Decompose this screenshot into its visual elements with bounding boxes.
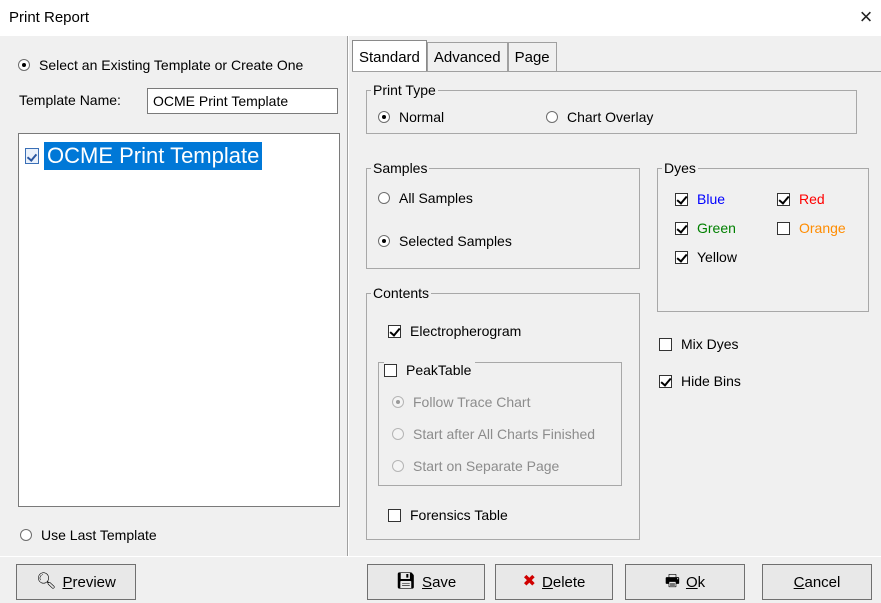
contents-title: Contents — [373, 285, 430, 301]
dye-green-label: Green — [697, 220, 736, 236]
peak-table-option[interactable]: PeakTable — [384, 362, 476, 378]
preview-icon: 🔍︎ — [36, 573, 57, 590]
panel-divider — [347, 36, 349, 556]
dyes-title: Dyes — [664, 160, 696, 176]
dye-orange-label: Orange — [799, 220, 846, 236]
template-name-label: Template Name: — [19, 92, 121, 108]
dye-orange-option[interactable]: Orange — [777, 220, 846, 236]
ok-button-label: Ok — [685, 573, 706, 591]
selected-samples-label: Selected Samples — [399, 233, 512, 249]
preview-button-label: Preview — [62, 573, 116, 591]
start-separate-label: Start on Separate Page — [413, 458, 560, 474]
dye-red-checkbox[interactable] — [777, 192, 790, 206]
select-template-radio[interactable] — [18, 59, 30, 71]
print-type-normal[interactable]: Normal — [378, 109, 444, 125]
start-separate-radio[interactable] — [392, 460, 404, 472]
print-type-group: Print Type — [366, 82, 857, 134]
mix-dyes-option[interactable]: Mix Dyes — [659, 336, 739, 352]
select-template-label: Select an Existing Template or Create On… — [39, 57, 304, 73]
selected-samples-radio[interactable] — [378, 235, 390, 247]
print-type-title: Print Type — [373, 82, 436, 98]
use-last-template-label: Use Last Template — [41, 527, 157, 543]
preview-button[interactable]: 🔍︎ Preview — [16, 564, 136, 600]
ok-button[interactable]: 🖶 Ok — [625, 564, 745, 600]
peak-table-label: PeakTable — [406, 362, 472, 378]
dye-green-checkbox[interactable] — [675, 221, 688, 235]
dye-blue-label: Blue — [697, 191, 726, 207]
select-template-option[interactable]: Select an Existing Template or Create On… — [18, 57, 303, 73]
window-title: Print Report — [9, 9, 90, 26]
electropherogram-option[interactable]: Electropherogram — [388, 323, 521, 339]
forensics-table-label: Forensics Table — [410, 507, 508, 523]
dyes-group: Dyes — [657, 160, 869, 312]
dye-blue-checkbox[interactable] — [675, 192, 688, 206]
follow-trace-option[interactable]: Follow Trace Chart — [392, 394, 530, 410]
start-after-option[interactable]: Start after All Charts Finished — [392, 426, 595, 442]
electropherogram-checkbox[interactable] — [388, 324, 401, 338]
use-last-template-radio[interactable] — [20, 529, 32, 541]
start-after-radio[interactable] — [392, 428, 404, 440]
dye-yellow-label: Yellow — [697, 249, 737, 265]
selected-samples-option[interactable]: Selected Samples — [378, 233, 512, 249]
tree-item[interactable]: OCME Print Template — [25, 142, 263, 170]
dye-red-label: Red — [799, 191, 825, 207]
dye-green-option[interactable]: Green — [675, 220, 736, 236]
all-samples-option[interactable]: All Samples — [378, 190, 473, 206]
template-name-input[interactable] — [147, 88, 338, 114]
start-after-label: Start after All Charts Finished — [413, 426, 596, 442]
samples-title: Samples — [373, 160, 428, 176]
forensics-table-option[interactable]: Forensics Table — [388, 507, 508, 523]
follow-trace-label: Follow Trace Chart — [413, 394, 531, 410]
hide-bins-label: Hide Bins — [681, 373, 741, 389]
mix-dyes-checkbox[interactable] — [659, 337, 672, 351]
delete-button[interactable]: ✖ Delete — [495, 564, 613, 600]
electropherogram-label: Electropherogram — [410, 323, 522, 339]
title-bar — [0, 0, 881, 36]
follow-trace-radio[interactable] — [392, 396, 404, 408]
samples-group: Samples — [366, 160, 640, 269]
dye-red-option[interactable]: Red — [777, 191, 825, 207]
cancel-button-label: Cancel — [793, 573, 841, 591]
all-samples-radio[interactable] — [378, 192, 390, 204]
delete-x-icon: ✖ — [522, 573, 537, 590]
tree-item-label: OCME Print Template — [44, 142, 263, 170]
print-type-chart-overlay[interactable]: Chart Overlay — [546, 109, 653, 125]
normal-radio[interactable] — [378, 111, 390, 123]
template-tree[interactable]: OCME Print Template — [18, 133, 340, 507]
delete-button-label: Delete — [542, 573, 586, 591]
use-last-template-option[interactable]: Use Last Template — [20, 527, 157, 543]
all-samples-label: All Samples — [399, 190, 473, 206]
tab-strip: Standard Advanced Page — [352, 40, 557, 72]
floppy-disk-icon: 💾︎ — [395, 573, 417, 590]
chart-overlay-label: Chart Overlay — [567, 109, 654, 125]
template-file-icon — [25, 148, 39, 164]
mix-dyes-label: Mix Dyes — [681, 336, 739, 352]
forensics-table-checkbox[interactable] — [388, 508, 401, 522]
chart-overlay-radio[interactable] — [546, 111, 558, 123]
printer-icon: 🖶 — [664, 573, 680, 590]
dye-orange-checkbox[interactable] — [777, 221, 790, 235]
dye-blue-option[interactable]: Blue — [675, 191, 725, 207]
dye-yellow-checkbox[interactable] — [675, 250, 688, 264]
close-button[interactable]: × — [855, 4, 877, 30]
save-button[interactable]: 💾︎ Save — [367, 564, 485, 600]
normal-label: Normal — [399, 109, 445, 125]
save-button-label: Save — [422, 573, 457, 591]
cancel-button[interactable]: Cancel — [762, 564, 872, 600]
tab-page[interactable]: Page — [507, 42, 557, 72]
hide-bins-option[interactable]: Hide Bins — [659, 373, 741, 389]
start-separate-option[interactable]: Start on Separate Page — [392, 458, 559, 474]
tab-advanced[interactable]: Advanced — [426, 42, 508, 72]
peak-table-checkbox[interactable] — [384, 363, 397, 377]
hide-bins-checkbox[interactable] — [659, 374, 672, 388]
tab-standard[interactable]: Standard — [352, 40, 427, 72]
dye-yellow-option[interactable]: Yellow — [675, 249, 737, 265]
